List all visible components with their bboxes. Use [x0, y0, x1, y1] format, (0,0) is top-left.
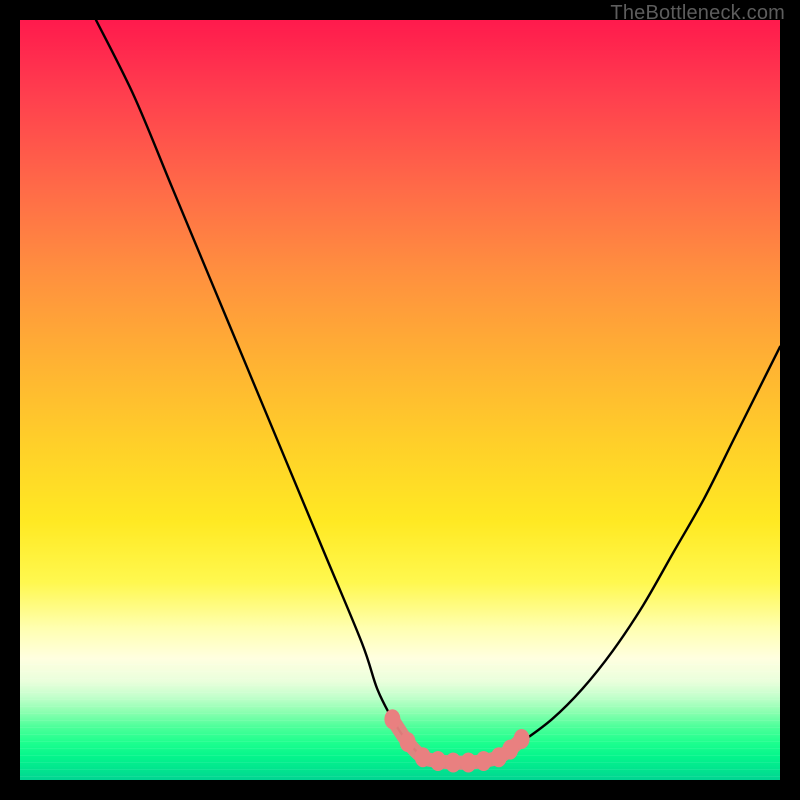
marker-dot [476, 751, 492, 771]
marker-dot [400, 732, 416, 752]
chart-frame: TheBottleneck.com [0, 0, 800, 800]
marker-dot [430, 751, 446, 771]
marker-dot [445, 753, 461, 773]
marker-dot [415, 747, 431, 767]
plot-area [20, 20, 780, 780]
curve-left-branch [96, 20, 423, 757]
curve-right-branch [499, 347, 780, 757]
marker-dot [514, 729, 530, 749]
curve-layer [20, 20, 780, 780]
marker-dot [384, 709, 400, 729]
marker-dot [460, 753, 476, 773]
